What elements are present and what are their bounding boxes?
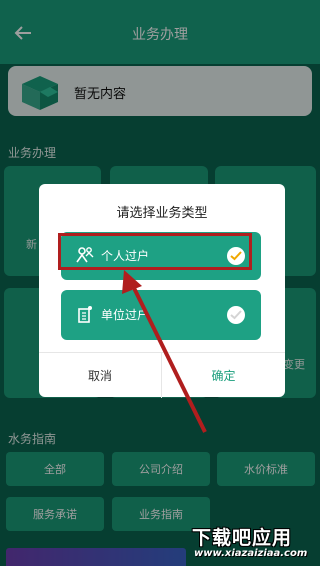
- option-label: 单位过户: [101, 308, 150, 322]
- cancel-button[interactable]: 取消: [39, 353, 161, 398]
- unselected-check-icon: [227, 306, 245, 324]
- watermark-title: 下载吧应用: [192, 527, 293, 549]
- dialog-title: 请选择业务类型: [116, 206, 208, 221]
- business-type-dialog: 请选择业务类型 个人过户 单位过户 取消 确定: [39, 184, 285, 398]
- highlight-box: [58, 233, 252, 270]
- option-company-transfer[interactable]: 单位过户: [61, 290, 261, 340]
- confirm-button[interactable]: 确定: [162, 353, 285, 398]
- dialog-footer: 取消 确定: [39, 352, 285, 398]
- watermark-url: www.xiazaiziaa.com: [194, 548, 308, 559]
- building-icon: [78, 306, 92, 323]
- watermark: 下载吧应用 www.xiazaiziaa.com: [190, 523, 318, 563]
